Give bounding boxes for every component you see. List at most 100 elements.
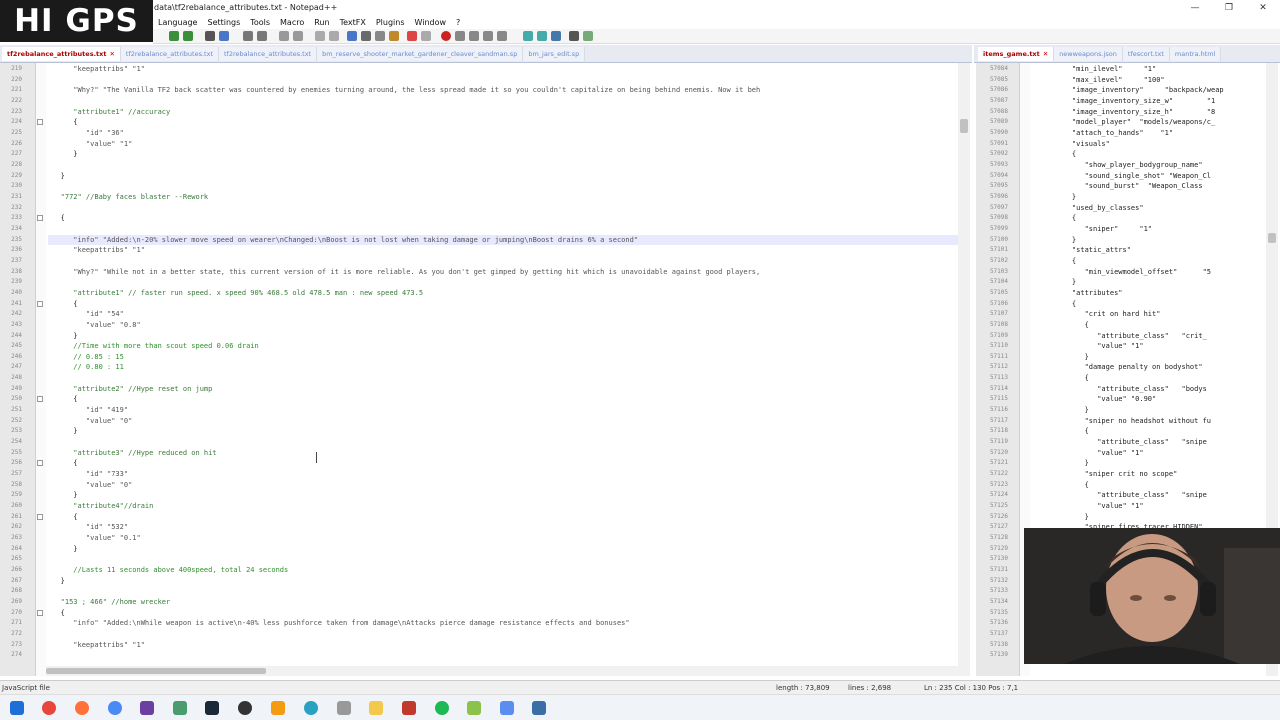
code-line[interactable]: "value" "1" [48,139,132,150]
menu-help[interactable]: ? [451,16,465,29]
code-line[interactable]: "attribute_class" "crit_ [1034,331,1207,342]
menu-language[interactable]: Language [153,16,202,29]
menu-plugins[interactable]: Plugins [371,16,410,29]
fold-toggle-icon[interactable] [37,119,43,126]
undo-icon[interactable] [169,31,179,41]
code-line[interactable]: { [1034,426,1089,437]
code-line[interactable]: } [48,426,77,437]
code-line[interactable]: "id" "54" [48,309,124,320]
code-line[interactable]: "keepattribs" "1" [48,640,145,651]
code-line[interactable]: } [48,171,65,182]
code-line[interactable]: } [48,331,77,342]
code-line[interactable]: "id" "733" [48,469,128,480]
tool-app-icon[interactable] [173,701,187,715]
code-line[interactable]: "sniper" "1" [1034,224,1152,235]
code-line[interactable]: "value" "1" [1034,501,1143,512]
code-line[interactable]: "attribute4"//drain [48,501,153,512]
spellcheck-icon[interactable] [583,31,593,41]
code-line[interactable]: "info" "Added:\n-20% slower move speed o… [48,235,638,246]
code-line[interactable]: "sound_burst" "Weapon_Class [1034,181,1203,192]
code-line[interactable]: "crit on hard hit" [1034,309,1161,320]
compare-icon[interactable] [569,31,579,41]
fold-toggle-icon[interactable] [37,460,43,467]
fold-toggle-icon[interactable] [37,215,43,222]
code-line[interactable]: "attribute_class" "bodys [1034,384,1207,395]
code-line[interactable]: "value" "0" [48,480,132,491]
tab-tfescort[interactable]: tfescort.txt [1122,47,1170,61]
code-line[interactable]: "keepattribs" "1" [48,245,145,256]
minimize-button[interactable]: — [1178,0,1212,16]
code-line[interactable]: { [1034,320,1089,331]
app-blue-icon[interactable] [500,701,514,715]
chrome-alt-icon[interactable] [108,701,122,715]
code-line[interactable]: "image_inventory_size_h" "8 [1034,107,1215,118]
code-line[interactable]: } [1034,458,1089,469]
print-icon[interactable] [205,31,215,41]
code-line[interactable]: { [1034,480,1089,491]
code-line[interactable]: //Lasts 11 seconds above 400speed, total… [48,565,288,576]
indent-guide-icon[interactable] [389,31,399,41]
calculator-icon[interactable] [532,701,546,715]
paste-icon[interactable] [257,31,267,41]
fold-toggle-icon[interactable] [37,300,43,307]
code-line[interactable]: } [1034,512,1089,523]
restore-button[interactable]: ❐ [1212,0,1246,16]
menu-run[interactable]: Run [309,16,334,29]
left-horizontal-scrollbar[interactable] [46,666,958,676]
code-line[interactable]: "Why?" "The Vanilla TF2 back scatter was… [48,85,760,96]
code-line[interactable]: { [1034,299,1076,310]
code-line[interactable]: } [48,149,77,160]
code-line[interactable]: "visuals" [1034,139,1110,150]
menu-tools[interactable]: Tools [245,16,275,29]
code-line[interactable]: } [48,576,65,587]
save-macro-icon[interactable] [497,31,507,41]
file-explorer-icon[interactable] [369,701,383,715]
right-vscroll-thumb[interactable] [1268,233,1276,243]
fold-toggle-icon[interactable] [37,396,43,403]
menu-settings[interactable]: Settings [202,16,245,29]
code-line[interactable]: "show_player_bodygroup_name" [1034,160,1203,171]
code-line[interactable]: "sound_single_shot" "Weapon_Cl [1034,171,1211,182]
word-wrap-icon[interactable] [361,31,371,41]
move-down-icon[interactable] [537,31,547,41]
left-vscroll-thumb[interactable] [960,119,968,133]
menu-window[interactable]: Window [410,16,452,29]
tab-tf2rebalance-attributes-3[interactable]: tf2rebalance_attributes.txt [219,47,318,61]
redo-icon[interactable] [183,31,193,41]
code-line[interactable]: "attribute1" // faster run speed. x spee… [48,288,423,299]
code-line[interactable]: "min_ilevel" "1" [1034,64,1156,75]
copy-icon[interactable] [243,31,253,41]
tab-tf2rebalance-attributes-1[interactable]: tf2rebalance_attributes.txt ✕ [2,47,121,61]
code-line[interactable]: "max_ilevel" "100" [1034,75,1165,86]
tool-icon[interactable] [551,31,561,41]
spotify-icon[interactable] [435,701,449,715]
code-line[interactable]: { [48,213,65,224]
find-icon[interactable] [279,31,289,41]
code-line[interactable]: } [48,490,77,501]
code-line[interactable]: // 0.80 : 11 [48,362,124,373]
tab-tf2rebalance-attributes-2[interactable]: tf2rebalance_attributes.txt [120,47,219,61]
code-line[interactable]: { [1034,373,1089,384]
code-line[interactable]: } [1034,277,1076,288]
code-line[interactable]: { [48,299,77,310]
menu-macro[interactable]: Macro [275,16,309,29]
close-tab-icon[interactable]: ✕ [109,50,114,58]
visual-studio-icon[interactable] [140,701,154,715]
code-line[interactable]: "keepattribs" "1" [48,64,145,75]
code-line[interactable]: "attribute_class" "snipe [1034,437,1207,448]
code-line[interactable]: { [48,512,77,523]
tab-items-game[interactable]: items_game.txt ✕ [978,47,1055,61]
code-line[interactable]: "attribute2" //Hype reset on jump [48,384,212,395]
sync-scroll-icon[interactable] [347,31,357,41]
code-line[interactable]: "info" "Added:\nWhile weapon is active\n… [48,618,629,629]
zoom-in-icon[interactable] [315,31,325,41]
code-line[interactable]: { [48,608,65,619]
doc-map-icon[interactable] [407,31,417,41]
code-line[interactable]: { [1034,149,1076,160]
code-line[interactable]: // 0.85 : 15 [48,352,124,363]
code-line[interactable]: "attributes" [1034,288,1123,299]
app-red-icon[interactable] [402,701,416,715]
code-line[interactable]: "sniper crit no scope" [1034,469,1178,480]
run-macro-multiple-icon[interactable] [483,31,493,41]
code-line[interactable]: "attribute3" //Hype reduced on hit [48,448,216,459]
